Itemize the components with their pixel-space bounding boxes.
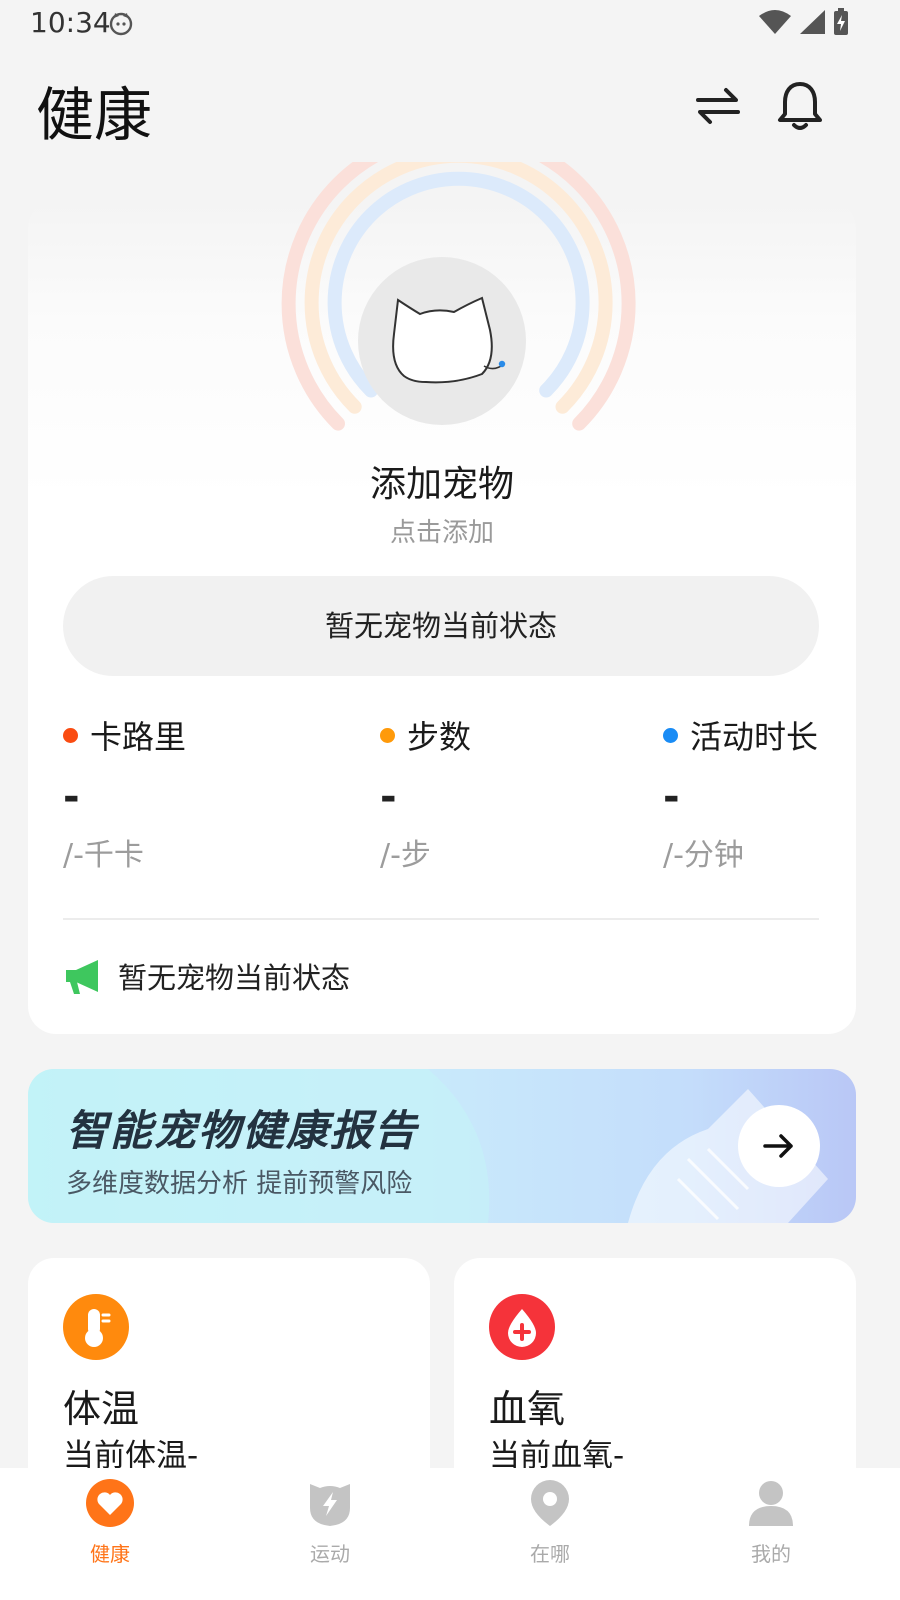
metric-unit: /-步	[380, 838, 431, 873]
status-time: 10:34	[30, 6, 111, 39]
cat-notification-icon	[109, 12, 133, 36]
thermometer-icon	[63, 1294, 129, 1360]
metric-active-time: 活动时长 - /-分钟	[663, 712, 818, 874]
nav-location[interactable]: 在哪	[490, 1478, 610, 1567]
active-time-dot	[663, 727, 678, 743]
steps-dot	[380, 727, 395, 743]
location-pin-icon	[531, 1480, 569, 1526]
nav-label: 在哪	[530, 1542, 570, 1566]
report-subtitle: 多维度数据分析 提前预警风险	[66, 1169, 413, 1199]
pet-status-pill: 暂无宠物当前状态	[63, 576, 819, 676]
nav-label: 健康	[90, 1542, 130, 1566]
arrow-right-icon	[763, 1134, 793, 1158]
signal-icon	[800, 10, 825, 34]
metric-calories: 卡路里 - /-千卡	[63, 712, 186, 874]
status-bar: 10:34	[0, 0, 900, 48]
blood-drop-icon	[489, 1294, 555, 1360]
bell-icon[interactable]	[772, 78, 828, 134]
health-report-banner[interactable]: 智能宠物健康报告 多维度数据分析 提前预警风险	[28, 1069, 856, 1223]
blood-oxygen-title: 血氧	[489, 1387, 566, 1431]
temperature-title: 体温	[63, 1387, 140, 1431]
metric-value: -	[663, 774, 680, 820]
person-icon	[749, 1481, 793, 1526]
nav-sport[interactable]: 运动	[270, 1478, 390, 1567]
nav-health[interactable]: 健康	[50, 1478, 170, 1567]
metric-value: -	[63, 774, 80, 820]
nav-label: 运动	[310, 1542, 350, 1566]
battery-icon	[834, 8, 848, 35]
metric-value: -	[380, 774, 397, 820]
switch-arrows-icon[interactable]	[690, 78, 746, 134]
cat-face-icon	[392, 296, 506, 384]
metric-label: 卡路里	[90, 718, 187, 756]
metric-label: 活动时长	[690, 718, 819, 756]
metric-unit: /-分钟	[663, 838, 744, 873]
add-pet-subtitle[interactable]: 点击添加	[28, 512, 856, 549]
pet-card: 添加宠物 点击添加 暂无宠物当前状态 卡路里 - /-千卡 步数 - /-步 活…	[28, 162, 856, 1034]
lightning-icon	[310, 1484, 350, 1526]
metric-steps: 步数 - /-步	[380, 712, 471, 874]
report-arrow-button[interactable]	[738, 1105, 820, 1187]
nav-label: 我的	[751, 1542, 791, 1566]
divider	[63, 918, 819, 920]
heart-icon	[86, 1479, 134, 1527]
status-indicators	[758, 8, 850, 36]
megaphone-icon	[66, 960, 98, 994]
status-notice: 暂无宠物当前状态	[64, 955, 350, 997]
report-title: 智能宠物健康报告	[66, 1106, 419, 1155]
notice-text: 暂无宠物当前状态	[118, 961, 351, 995]
page-title: 健康	[36, 81, 153, 149]
calories-dot	[63, 727, 78, 743]
add-pet-title[interactable]: 添加宠物	[28, 455, 856, 507]
wifi-icon	[759, 10, 791, 34]
metric-label: 步数	[407, 718, 472, 756]
nav-mine[interactable]: 我的	[711, 1478, 831, 1567]
metric-unit: /-千卡	[63, 838, 144, 873]
bottom-nav: 健康 运动 在哪 我的	[0, 1468, 900, 1600]
